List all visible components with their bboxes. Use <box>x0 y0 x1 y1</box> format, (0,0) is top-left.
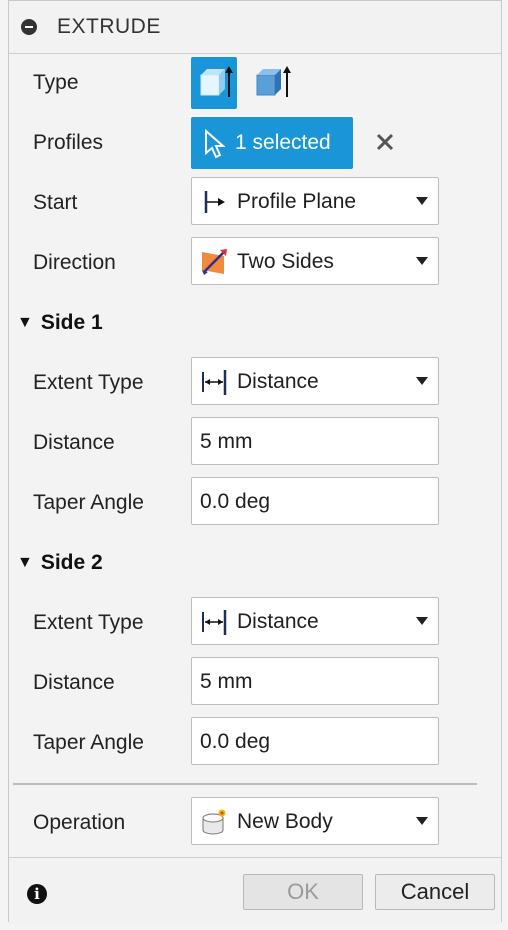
side2-header-text: Side 2 <box>40 551 103 574</box>
solid-extrude-icon <box>200 66 233 97</box>
one-side-extrude-button[interactable] <box>191 57 237 109</box>
start-value: Profile Plane <box>237 190 357 213</box>
distance-icon <box>202 370 227 395</box>
profiles-selected-text: 1 selected <box>235 131 331 154</box>
side1-distance-input[interactable]: 5 mm <box>191 417 439 465</box>
side1-taper-angle-label: Taper Angle <box>33 491 144 514</box>
dialog-footer: i OK Cancel <box>9 857 501 924</box>
side2-taper-angle-label: Taper Angle <box>33 731 144 754</box>
distance-icon <box>202 610 227 635</box>
start-label: Start <box>33 191 78 214</box>
direction-label: Direction <box>33 251 116 274</box>
thin-extrude-button[interactable] <box>249 57 295 109</box>
side1-distance-label: Distance <box>33 431 115 454</box>
chevron-down-icon <box>416 617 428 625</box>
new-body-icon <box>202 809 226 835</box>
side2-distance-value: 5 mm <box>200 670 253 693</box>
collapse-icon[interactable] <box>21 19 37 35</box>
side2-distance-label: Distance <box>33 671 115 694</box>
chevron-down-icon <box>416 197 428 205</box>
dialog-titlebar: EXTRUDE <box>9 1 501 54</box>
info-icon[interactable]: i <box>27 884 47 904</box>
side2-taper-angle-value: 0.0 deg <box>200 730 271 753</box>
type-label: Type <box>33 71 79 94</box>
thin-extrude-icon <box>256 66 291 97</box>
side1-distance-value: 5 mm <box>200 430 253 453</box>
side1-extent-type-value: Distance <box>237 370 319 393</box>
side1-extent-type-dropdown[interactable]: Distance <box>191 357 439 405</box>
cancel-button[interactable]: Cancel <box>375 874 495 910</box>
side1-taper-angle-input[interactable]: 0.0 deg <box>191 477 439 525</box>
dialog-title: EXTRUDE <box>57 15 161 38</box>
profile-plane-icon <box>204 191 225 213</box>
two-sides-icon <box>202 249 227 275</box>
profiles-label: Profiles <box>33 131 104 154</box>
expand-triangle-icon: ▼ <box>17 554 33 571</box>
profiles-selection-button[interactable]: 1 selected <box>191 117 353 169</box>
operation-value: New Body <box>237 810 333 833</box>
side2-extent-type-dropdown[interactable]: Distance <box>191 597 439 645</box>
chevron-down-icon <box>416 257 428 265</box>
direction-value: Two Sides <box>237 250 334 273</box>
side2-taper-angle-input[interactable]: 0.0 deg <box>191 717 439 765</box>
side1-extent-type-label: Extent Type <box>33 371 144 394</box>
cursor-arrow-icon <box>205 129 225 159</box>
operation-label: Operation <box>33 811 126 834</box>
side2-section-header[interactable]: ▼ Side 2 <box>17 551 103 575</box>
operation-dropdown[interactable]: New Body <box>191 797 439 845</box>
chevron-down-icon <box>416 817 428 825</box>
side1-taper-angle-value: 0.0 deg <box>200 490 271 513</box>
side2-extent-type-value: Distance <box>237 610 319 633</box>
side1-header-text: Side 1 <box>40 311 103 334</box>
chevron-down-icon <box>416 377 428 385</box>
ok-button[interactable]: OK <box>243 874 363 910</box>
side2-distance-input[interactable]: 5 mm <box>191 657 439 705</box>
clear-selection-icon[interactable] <box>373 127 397 157</box>
side2-extent-type-label: Extent Type <box>33 611 144 634</box>
start-dropdown[interactable]: Profile Plane <box>191 177 439 225</box>
expand-triangle-icon: ▼ <box>17 314 33 331</box>
section-divider <box>13 783 477 785</box>
direction-dropdown[interactable]: Two Sides <box>191 237 439 285</box>
side1-section-header[interactable]: ▼ Side 1 <box>17 311 103 335</box>
extrude-dialog: EXTRUDE Type Profiles 1 selected Start P… <box>8 0 502 924</box>
